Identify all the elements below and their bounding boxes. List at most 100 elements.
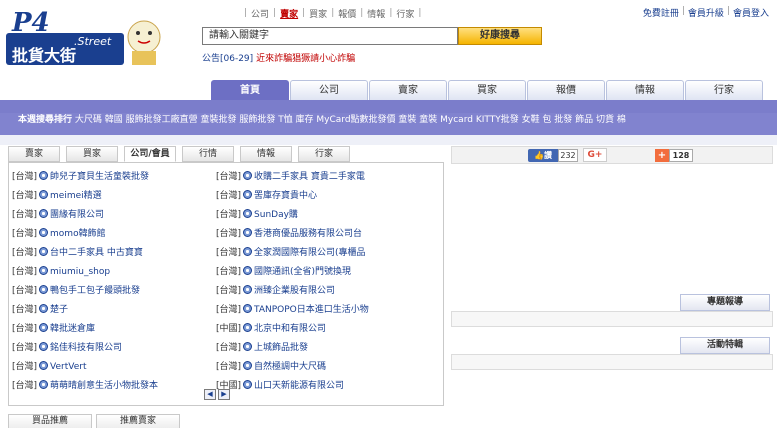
tab-expert[interactable]: 行家 xyxy=(685,80,763,100)
account-links: 免費註冊 | 會員升級 | 會員登入 xyxy=(642,6,769,19)
member-link[interactable]: 洲臻企業股有限公司 xyxy=(254,286,335,296)
member-link[interactable]: 鴨包手工包子饅頭批發 xyxy=(50,286,140,296)
member-link[interactable]: 上城飾品批發 xyxy=(254,343,308,353)
search-input[interactable]: 請輸入關鍵字 xyxy=(202,27,458,45)
notice-bar[interactable]: 公告[06-29] 近來詐騙猖獗請小心詐騙 xyxy=(202,51,355,64)
list-item[interactable]: [中國] 山口天新能源有限公司 xyxy=(216,377,426,396)
bottom-tab-products[interactable]: 買品推薦 xyxy=(8,414,92,428)
member-badge-icon xyxy=(39,361,49,370)
upgrade-link[interactable]: 會員升級 xyxy=(688,6,724,19)
event-special-heading[interactable]: 活動特輯 xyxy=(680,337,770,354)
topnav-item-news[interactable]: 情報 xyxy=(367,7,385,20)
topnav-item-seller[interactable]: 賣家 xyxy=(280,7,298,20)
member-link[interactable]: VertVert xyxy=(50,362,86,372)
list-item[interactable]: [台灣] miumiu_shop xyxy=(12,263,222,282)
member-link[interactable]: 帥兒子寶貝生活童裝批發 xyxy=(50,172,149,182)
list-item[interactable]: [台灣] TANPOPO日本進口生活小物 xyxy=(216,301,426,320)
share-plus-button[interactable]: + 128 xyxy=(655,149,693,162)
member-link[interactable]: 北京中和有限公司 xyxy=(254,324,326,334)
list-item[interactable]: [台灣] 罟庫存寶貴中心 xyxy=(216,187,426,206)
search-button[interactable]: 好康搜尋 xyxy=(458,27,542,45)
list-item[interactable]: [台灣] 國際通訊(全省)門號換現 xyxy=(216,263,426,282)
google-plus-button[interactable]: G+ xyxy=(583,148,607,162)
list-item[interactable]: [台灣] 萌萌晴創意生活小物批發本 xyxy=(12,377,222,396)
feature-report-heading[interactable]: 專題報導 xyxy=(680,294,770,311)
member-badge-icon xyxy=(39,247,49,256)
tab-home[interactable]: 首頁 xyxy=(211,80,289,100)
region-label: [台灣] xyxy=(12,267,38,277)
list-item[interactable]: [台灣] 洲臻企業股有限公司 xyxy=(216,282,426,301)
site-logo[interactable]: P4 .Street 批貨大街 xyxy=(4,3,164,67)
tab-seller[interactable]: 賣家 xyxy=(369,80,447,100)
subtab-seller[interactable]: 賣家 xyxy=(8,146,60,162)
prev-page-button[interactable]: ◀ xyxy=(204,389,216,400)
member-badge-icon xyxy=(39,323,49,332)
subtab-market[interactable]: 行情 xyxy=(182,146,234,162)
list-item[interactable]: [台灣] 鴨包手工包子饅頭批發 xyxy=(12,282,222,301)
member-link[interactable]: SunDay購 xyxy=(254,210,298,220)
subtab-news[interactable]: 情報 xyxy=(240,146,292,162)
list-item[interactable]: [台灣] VertVert xyxy=(12,358,222,377)
member-list-left: [台灣] 帥兒子寶貝生活童裝批發 [台灣] meimei精選 [台灣] 團緣有限公司 [台灣… xyxy=(12,168,222,396)
member-link[interactable]: 收購二手家具 寶貴二手家電 xyxy=(254,172,365,182)
list-item[interactable]: [台灣] momo韓飾館 xyxy=(12,225,222,244)
member-badge-icon xyxy=(39,285,49,294)
list-item[interactable]: [台灣] 上城飾品批發 xyxy=(216,339,426,358)
member-badge-icon xyxy=(243,361,253,370)
member-link[interactable]: 楚子 xyxy=(50,305,68,315)
member-link[interactable]: meimei精選 xyxy=(50,191,102,201)
list-item[interactable]: [台灣] 銘佳科技有限公司 xyxy=(12,339,222,358)
list-item[interactable]: [台灣] 團緣有限公司 xyxy=(12,206,222,225)
list-item[interactable]: [台灣] 香港商優品服務有限公司台 xyxy=(216,225,426,244)
tab-buyer[interactable]: 買家 xyxy=(448,80,526,100)
list-item[interactable]: [台灣] meimei精選 xyxy=(12,187,222,206)
bottom-tab-sellers[interactable]: 推薦賣家 xyxy=(96,414,180,428)
member-link[interactable]: momo韓飾館 xyxy=(50,229,106,239)
subtab-company-member[interactable]: 公司/會員 xyxy=(124,146,176,162)
member-link[interactable]: miumiu_shop xyxy=(50,267,110,277)
list-item[interactable]: [台灣] 全家潤國際有限公司(專櫃品 xyxy=(216,244,426,263)
logo-sub: .Street xyxy=(74,35,112,48)
login-link[interactable]: 會員登入 xyxy=(733,6,769,19)
member-link[interactable]: TANPOPO日本進口生活小物 xyxy=(254,305,369,315)
subtab-buyer[interactable]: 買家 xyxy=(66,146,118,162)
list-item[interactable]: [台灣] 自然極調中大尺碼 xyxy=(216,358,426,377)
topnav-item-buyer[interactable]: 買家 xyxy=(309,7,327,20)
topnav-item-company[interactable]: 公司 xyxy=(251,7,269,20)
tab-news[interactable]: 情報 xyxy=(606,80,684,100)
top-nav: | 公司 | 賣家 | 買家 | 報價 | 情報 | 行家 | xyxy=(244,7,422,20)
subtab-expert[interactable]: 行家 xyxy=(298,146,350,162)
list-item[interactable]: [台灣] 收購二手家具 寶貴二手家電 xyxy=(216,168,426,187)
register-link[interactable]: 免費註冊 xyxy=(643,6,679,19)
list-item[interactable]: [中國] 北京中和有限公司 xyxy=(216,320,426,339)
member-link[interactable]: 台中二手家具 中古寶寶 xyxy=(50,248,143,258)
member-badge-icon xyxy=(39,228,49,237)
topnav-item-expert[interactable]: 行家 xyxy=(396,7,414,20)
thumbs-up-icon: 👍讚 xyxy=(528,149,558,162)
region-label: [台灣] xyxy=(216,210,242,220)
member-badge-icon xyxy=(39,171,49,180)
tab-quote[interactable]: 報價 xyxy=(527,80,605,100)
member-link[interactable]: 全家潤國際有限公司(專櫃品 xyxy=(254,248,366,258)
hot-search-keywords[interactable]: 大尺碼 韓國 服飾批發工廠直營 童裝批發 服飾批發 T恤 庫存 MyCard點數… xyxy=(75,115,626,125)
list-item[interactable]: [台灣] 韓批迷倉庫 xyxy=(12,320,222,339)
member-link[interactable]: 團緣有限公司 xyxy=(50,210,104,220)
member-link[interactable]: 罟庫存寶貴中心 xyxy=(254,191,317,201)
facebook-like-button[interactable]: 👍讚 232 xyxy=(528,149,578,162)
list-item[interactable]: [台灣] 楚子 xyxy=(12,301,222,320)
hot-search-title: 本週搜尋排行 xyxy=(18,115,73,125)
member-badge-icon xyxy=(243,380,253,389)
member-link[interactable]: 國際通訊(全省)門號換現 xyxy=(254,267,351,277)
next-page-button[interactable]: ▶ xyxy=(218,389,230,400)
tab-company[interactable]: 公司 xyxy=(290,80,368,100)
member-link[interactable]: 自然極調中大尺碼 xyxy=(254,362,326,372)
list-item[interactable]: [台灣] SunDay購 xyxy=(216,206,426,225)
member-link[interactable]: 山口天新能源有限公司 xyxy=(254,381,344,391)
member-link[interactable]: 香港商優品服務有限公司台 xyxy=(254,229,362,239)
member-link[interactable]: 銘佳科技有限公司 xyxy=(50,343,122,353)
list-item[interactable]: [台灣] 帥兒子寶貝生活童裝批發 xyxy=(12,168,222,187)
member-link[interactable]: 萌萌晴創意生活小物批發本 xyxy=(50,381,158,391)
topnav-item-quote[interactable]: 報價 xyxy=(338,7,356,20)
list-item[interactable]: [台灣] 台中二手家具 中古寶寶 xyxy=(12,244,222,263)
member-link[interactable]: 韓批迷倉庫 xyxy=(50,324,95,334)
